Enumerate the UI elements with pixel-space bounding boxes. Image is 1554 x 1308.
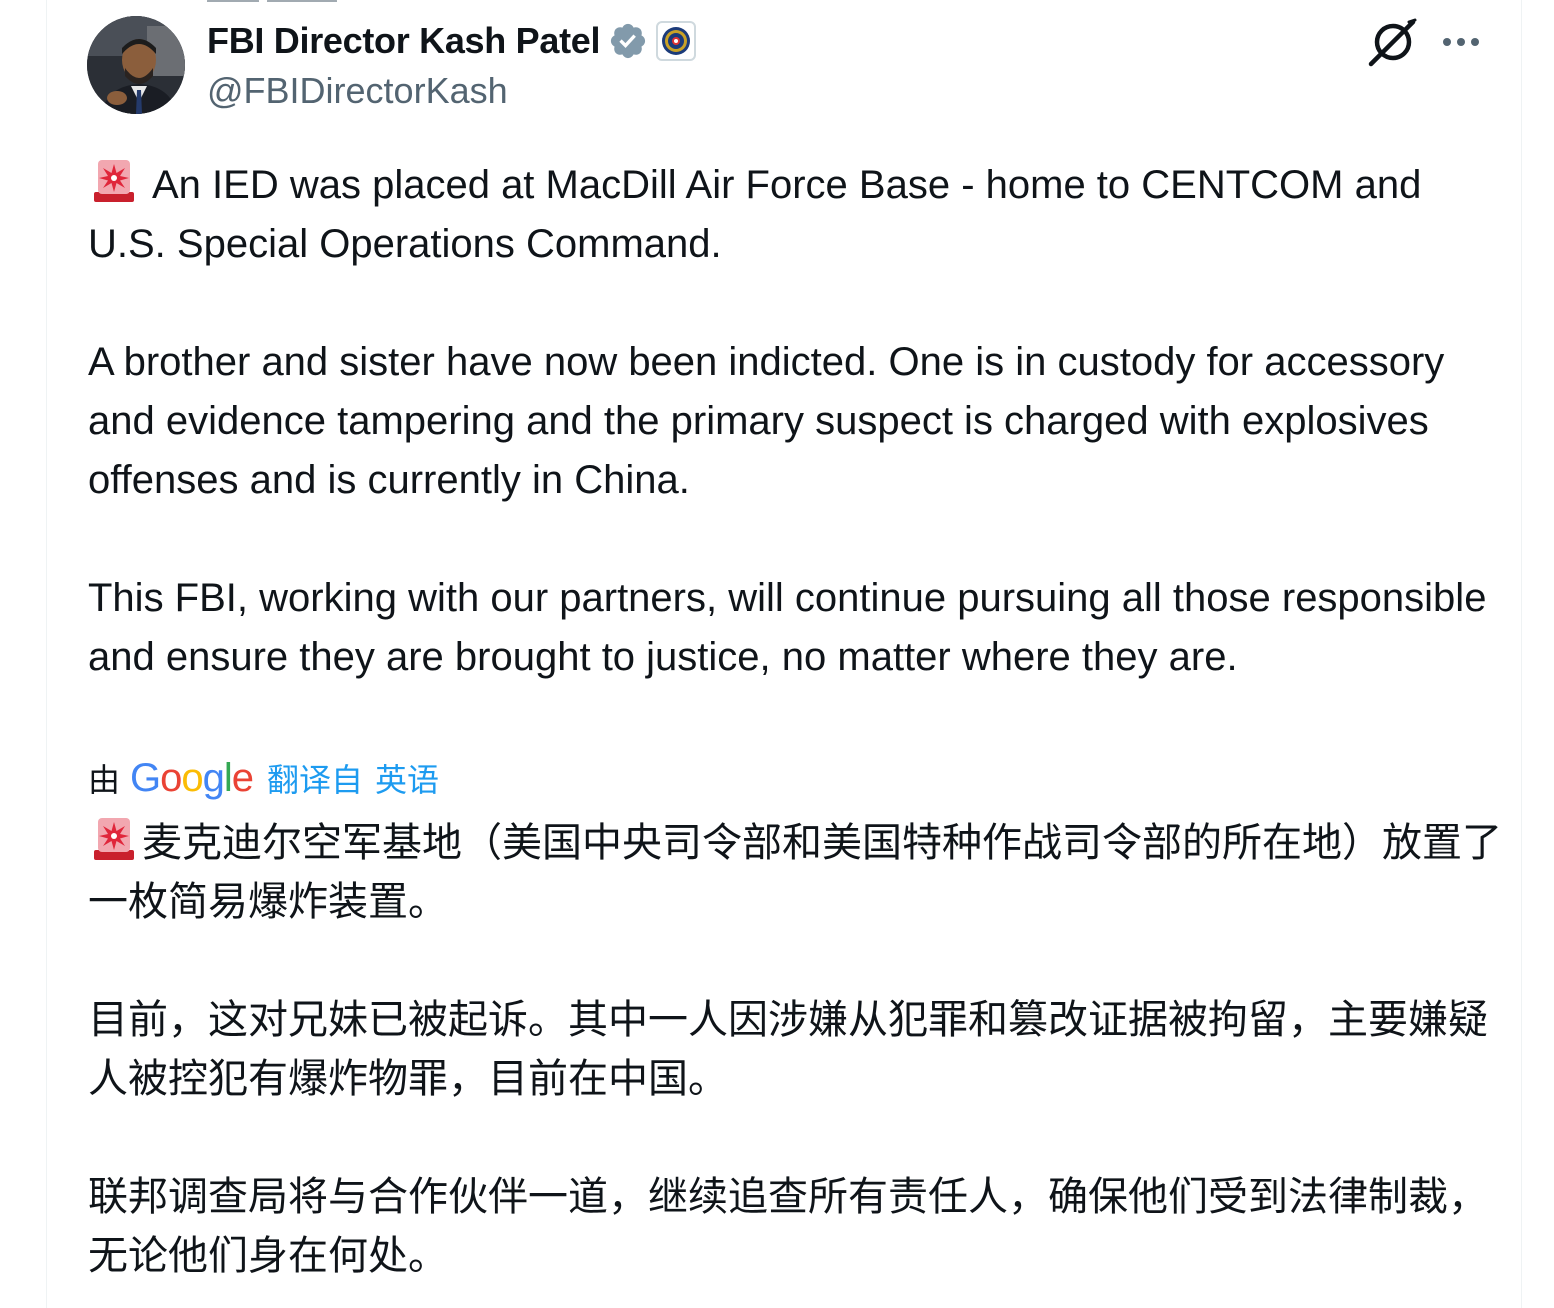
previous-item-fragment — [207, 0, 387, 2]
author-handle[interactable]: @FBIDirectorKash — [207, 70, 508, 112]
source-language-link[interactable]: 英语 — [375, 755, 439, 801]
translation-by-label: 由 — [88, 762, 121, 798]
tweet-paragraph-text: An IED was placed at MacDill Air Force B… — [88, 163, 1422, 266]
translation-paragraph: 联邦调查局将与合作伙伴一道，继续追查所有责任人，确保他们受到法律制裁，无论他们身… — [88, 1175, 1488, 1278]
tweet-translation: 麦克迪尔空军基地（美国中央司令部和美国特种作战司令部的所在地）放置了一枚简易爆炸… — [88, 812, 1508, 1286]
tweet-paragraph: A brother and sister have now been indic… — [88, 340, 1445, 502]
author-display-name[interactable]: FBI Director Kash Patel — [207, 20, 601, 62]
translation-paragraph-text: 麦克迪尔空军基地（美国中央司令部和美国特种作战司令部的所在地）放置了一枚简易爆炸… — [88, 821, 1502, 924]
verified-badge-icon[interactable] — [608, 21, 648, 61]
more-options-icon[interactable] — [1439, 22, 1483, 62]
author-name-row: FBI Director Kash Patel — [207, 18, 697, 64]
translate-action-link[interactable]: 翻译自 — [267, 755, 363, 801]
tweet-paragraph: An IED was placed at MacDill Air Force B… — [88, 154, 1508, 274]
siren-icon — [88, 154, 140, 206]
translation-paragraph: 麦克迪尔空军基地（美国中央司令部和美国特种作战司令部的所在地）放置了一枚简易爆炸… — [88, 812, 1508, 932]
fbi-seal-icon[interactable] — [656, 21, 697, 61]
avatar-image — [87, 16, 185, 114]
tweet-card: FBI Director Kash Patel @FBIDirectorKash — [46, 0, 1522, 1308]
translation-attribution: 由 Google 翻译自 英语 — [88, 752, 439, 804]
siren-icon — [88, 812, 140, 864]
tweet-paragraph: This FBI, working with our partners, wil… — [88, 576, 1487, 679]
google-logo: Google — [130, 755, 254, 800]
avatar[interactable] — [87, 16, 185, 114]
translation-paragraph: 目前，这对兄妹已被起诉。其中一人因涉嫌从犯罪和篡改证据被拘留，主要嫌疑人被控犯有… — [88, 998, 1488, 1101]
grok-icon[interactable] — [1367, 16, 1419, 68]
tweet-text: An IED was placed at MacDill Air Force B… — [88, 154, 1508, 687]
